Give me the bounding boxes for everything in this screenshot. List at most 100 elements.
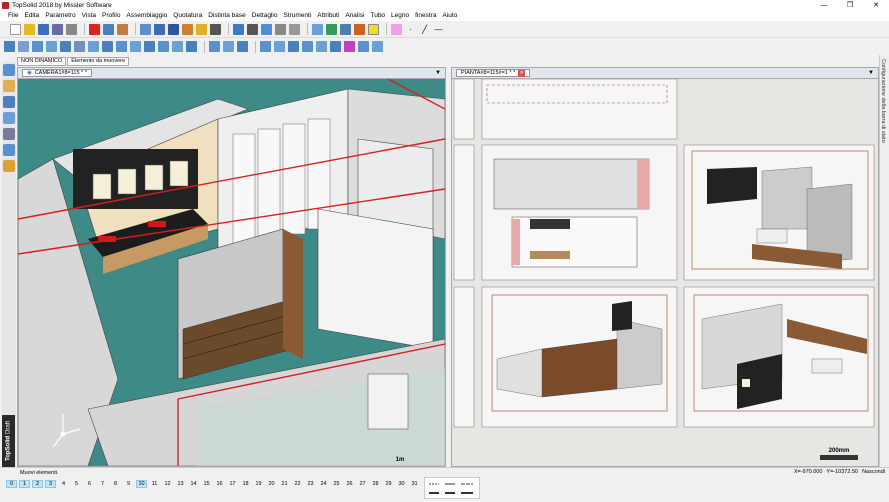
frame-icon[interactable] — [260, 41, 271, 52]
eraser-icon[interactable] — [117, 23, 128, 35]
new-file-icon[interactable] — [10, 23, 21, 35]
layer-button[interactable]: 29 — [383, 480, 394, 488]
menu-vista[interactable]: Vista — [82, 12, 96, 19]
color-swatch-icon[interactable] — [391, 23, 402, 35]
layer-button[interactable]: 10 — [136, 480, 147, 488]
point-icon[interactable] — [261, 23, 272, 35]
layer-button[interactable]: 20 — [266, 480, 277, 488]
layer-button[interactable]: 28 — [370, 480, 381, 488]
document-icon[interactable] — [74, 41, 85, 52]
close-button[interactable]: ✕ — [863, 0, 889, 10]
layer-button[interactable]: 0 — [6, 480, 17, 488]
layer-button[interactable]: 27 — [357, 480, 368, 488]
menu-distinta-base[interactable]: Distinta base — [208, 12, 246, 19]
menu-parametro[interactable]: Parametro — [45, 12, 75, 19]
pencil-icon[interactable] — [3, 80, 15, 92]
layer-button[interactable]: 17 — [227, 480, 238, 488]
menu-edita[interactable]: Edita — [24, 12, 39, 19]
close-tab-icon[interactable]: ✕ — [518, 69, 526, 77]
title-block-icon[interactable] — [274, 41, 285, 52]
menu-finestra[interactable]: finestra — [415, 12, 436, 19]
zoom-fit-icon[interactable] — [326, 23, 337, 35]
tab-camera[interactable]: ◉ CAMERA1#8=115 * * — [22, 69, 92, 77]
layer-button[interactable]: 11 — [149, 480, 160, 488]
hide-label[interactable]: Nascondi — [862, 469, 885, 475]
projection-icon[interactable] — [237, 41, 248, 52]
view-side-icon[interactable] — [172, 41, 183, 52]
measure-icon[interactable] — [3, 144, 15, 156]
layer-button[interactable]: 2 — [32, 480, 43, 488]
status-bar-config-label[interactable]: Configurazione della barra di stato — [880, 55, 886, 143]
print-icon[interactable] — [66, 23, 77, 35]
monitor-icon[interactable] — [154, 23, 165, 35]
table-icon[interactable] — [358, 41, 369, 52]
folder-icon[interactable] — [60, 41, 71, 52]
assembly-icon[interactable] — [18, 41, 29, 52]
move-icon[interactable] — [3, 96, 15, 108]
line-style-palette[interactable] — [424, 477, 480, 499]
layer-button[interactable]: 26 — [344, 480, 355, 488]
render-icon[interactable] — [210, 23, 221, 35]
menu-analisi[interactable]: Analisi — [345, 12, 364, 19]
undo-icon[interactable] — [103, 23, 114, 35]
line-style-icon[interactable]: ╱ — [419, 24, 430, 35]
car-icon[interactable] — [354, 23, 365, 35]
layer-button[interactable]: 30 — [396, 480, 407, 488]
annotation-icon[interactable] — [302, 41, 313, 52]
bill-icon[interactable] — [88, 41, 99, 52]
layer-button[interactable]: 31 — [409, 480, 420, 488]
material-icon[interactable] — [3, 160, 15, 172]
view-top-icon[interactable] — [158, 41, 169, 52]
layers-icon[interactable] — [140, 23, 151, 35]
layer-button[interactable]: 4 — [58, 480, 69, 488]
menu-assemblaggio[interactable]: Assemblaggio — [126, 12, 167, 19]
sheet-icon[interactable] — [46, 41, 57, 52]
save-icon[interactable] — [38, 23, 49, 35]
hammer-icon[interactable] — [182, 23, 193, 35]
layer-button[interactable]: 14 — [188, 480, 199, 488]
3d-scene-canvas[interactable]: 1m — [17, 78, 446, 470]
dot-style-icon[interactable]: · — [405, 24, 416, 35]
cursor-icon[interactable] — [3, 64, 15, 76]
layer-button[interactable]: 8 — [110, 480, 121, 488]
layer-button[interactable]: 7 — [97, 480, 108, 488]
rotate-icon[interactable] — [3, 112, 15, 124]
export-icon[interactable] — [372, 41, 383, 52]
menu-quotatura[interactable]: Quotatura — [173, 12, 202, 19]
stack-icon[interactable] — [102, 41, 113, 52]
right-side-panel[interactable]: Configurazione della barra di stato — [879, 55, 889, 467]
zoom-icon[interactable] — [312, 23, 323, 35]
pointer-icon[interactable] — [233, 23, 244, 35]
menu-dettaglio[interactable]: Dettaglio — [252, 12, 278, 19]
layer-button[interactable]: 21 — [279, 480, 290, 488]
menu-strumenti[interactable]: Strumenti — [283, 12, 311, 19]
delete-icon[interactable] — [89, 23, 100, 35]
menu-profilo[interactable]: Profilo — [102, 12, 120, 19]
layer-button[interactable]: 5 — [71, 480, 82, 488]
section-icon[interactable] — [209, 41, 220, 52]
screen-icon[interactable] — [168, 23, 179, 35]
layer-button[interactable]: 3 — [45, 480, 56, 488]
menu-tubo[interactable]: Tubo — [370, 12, 385, 19]
paste-icon[interactable] — [130, 41, 141, 52]
layer-button[interactable]: 15 — [201, 480, 212, 488]
battery-icon[interactable] — [368, 23, 379, 35]
menu-attributi[interactable]: Attributi — [317, 12, 339, 19]
drawing-icon[interactable] — [32, 41, 43, 52]
chevron-down-icon[interactable]: ▼ — [435, 70, 441, 76]
minimize-button[interactable]: — — [811, 0, 837, 10]
print-preview-icon[interactable] — [52, 23, 63, 35]
3d-view-window[interactable]: ◉ CAMERA1#8=115 * * ▼ 1m — [17, 67, 446, 470]
grid-icon[interactable] — [3, 128, 15, 140]
mode-elemento-da-muovere[interactable]: Elemento da muovere — [67, 56, 130, 66]
menu-legno[interactable]: Legno — [391, 12, 409, 19]
layer-button[interactable]: 12 — [162, 480, 173, 488]
layer-button[interactable]: 1 — [19, 480, 30, 488]
copy-icon[interactable] — [116, 41, 127, 52]
tab-pianta[interactable]: PIANTA#8=115#=1 * * ✕ — [456, 69, 531, 77]
layer-button[interactable]: 13 — [175, 480, 186, 488]
layer-button[interactable]: 16 — [214, 480, 225, 488]
layer-button[interactable]: 25 — [331, 480, 342, 488]
layer-button[interactable]: 9 — [123, 480, 134, 488]
sketch-icon[interactable] — [289, 23, 300, 35]
